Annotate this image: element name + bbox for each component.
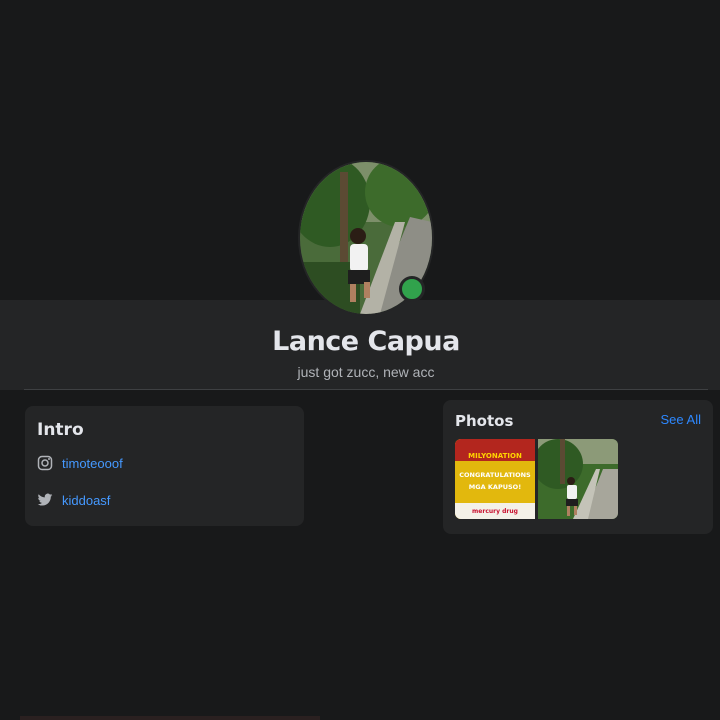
promo-line-1: MILYONATION <box>468 452 522 460</box>
photo-thumbnail[interactable]: MILYONATION CONGRATULATIONS MGA KAPUSO! … <box>455 439 535 519</box>
photo-thumbnail[interactable] <box>538 439 618 519</box>
photos-title: Photos <box>455 412 514 430</box>
intro-link-instagram[interactable]: timoteooof <box>37 455 123 471</box>
divider <box>24 389 708 390</box>
twitter-icon <box>37 492 53 508</box>
intro-card: Intro timoteooof kiddoasf <box>25 406 304 526</box>
instagram-handle-link[interactable]: timoteooof <box>62 456 123 471</box>
profile-name: Lance Capua <box>272 326 460 357</box>
promo-line-4: mercury drug <box>472 508 518 515</box>
bottom-strip <box>20 716 320 720</box>
see-all-photos-link[interactable]: See All <box>661 412 701 427</box>
profile-bio: just got zucc, new acc <box>297 364 435 380</box>
promo-line-3: MGA KAPUSO! <box>469 483 521 491</box>
promo-line-2: CONGRATULATIONS <box>459 471 531 479</box>
profile-avatar[interactable] <box>298 160 434 316</box>
intro-title: Intro <box>37 420 84 440</box>
online-status-icon <box>399 276 425 302</box>
instagram-icon <box>37 455 53 471</box>
promo-photo: MILYONATION CONGRATULATIONS MGA KAPUSO! … <box>455 439 535 519</box>
intro-link-twitter[interactable]: kiddoasf <box>37 492 110 508</box>
photos-card: Photos See All MILYONATION CONGRATULATIO… <box>443 400 713 534</box>
person-on-road-photo <box>538 439 618 519</box>
twitter-handle-link[interactable]: kiddoasf <box>62 493 110 508</box>
